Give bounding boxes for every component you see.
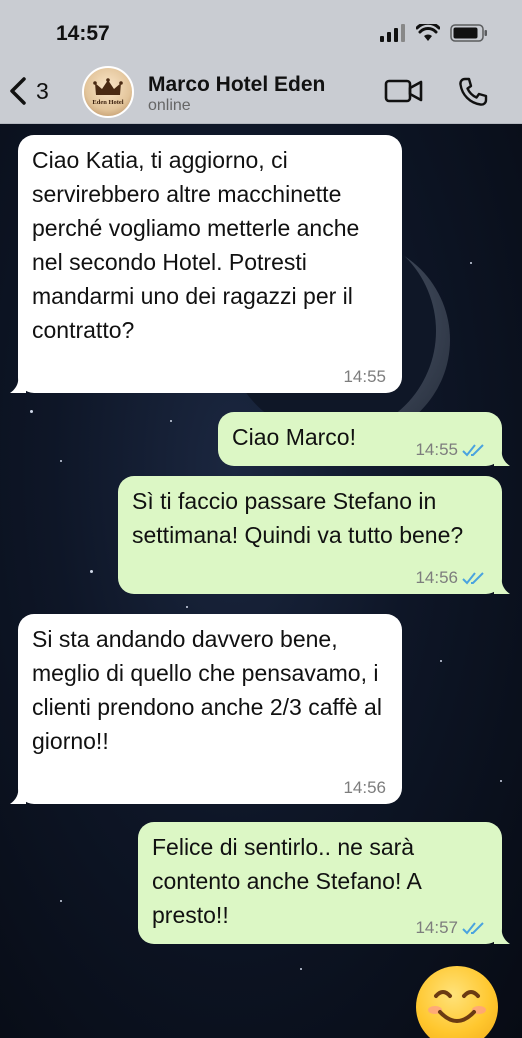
message-bubble-outgoing[interactable]: Ciao Marco! 14:55 (218, 412, 510, 466)
star (60, 900, 62, 902)
message-time: 14:57 (415, 918, 458, 937)
wifi-icon (416, 24, 440, 41)
message-text: Si sta andando davvero bene, meglio di q… (32, 626, 382, 754)
smile-face-icon (428, 990, 486, 1023)
message-bubble-incoming[interactable]: Si sta andando davvero bene, meglio di q… (10, 614, 402, 804)
star (186, 606, 188, 608)
bubble-tail (10, 788, 26, 804)
star (500, 780, 502, 782)
message-text: Sì ti faccio passare Stefano in settiman… (132, 488, 464, 548)
battery-icon (450, 24, 487, 42)
message-bubble-incoming[interactable]: Ciao Katia, ti aggiorno, ci servirebbero… (10, 135, 402, 393)
video-call-button[interactable] (384, 78, 424, 109)
star (60, 460, 62, 462)
message-bubble-outgoing[interactable]: Sì ti faccio passare Stefano in settiman… (118, 476, 510, 594)
message-text: Ciao Katia, ti aggiorno, ci servirebbero… (32, 147, 360, 343)
message-time: 14:55 (343, 367, 386, 386)
status-icons (380, 22, 488, 44)
contact-status: online (148, 97, 191, 114)
message-time: 14:56 (415, 568, 458, 587)
star (440, 660, 442, 662)
smiling-face-emoji[interactable] (416, 966, 498, 1038)
back-button[interactable]: 3 (8, 76, 49, 106)
bubble-tail (494, 578, 510, 594)
chat-header: 3 Eden Hotel Marco Hotel Eden online (0, 62, 522, 124)
bubble-tail (10, 377, 26, 393)
signal-icon (380, 24, 405, 42)
status-time: 14:57 (56, 22, 110, 45)
message-text: Felice di sentirlo.. ne sarà contento an… (152, 834, 421, 928)
message-bubble-outgoing[interactable]: Felice di sentirlo.. ne sarà contento an… (138, 822, 510, 944)
double-check-read-icon (462, 922, 484, 935)
chat-screen: 14:57 3 Eden Hotel Marco Hotel Eden onli… (0, 0, 522, 1038)
star (300, 968, 302, 970)
bubble-tail (494, 928, 510, 944)
avatar[interactable]: Eden Hotel (82, 66, 134, 118)
contact-name[interactable]: Marco Hotel Eden (148, 73, 325, 97)
avatar-logo-text: Eden Hotel (92, 99, 124, 106)
star (90, 570, 93, 573)
phone-icon (459, 77, 488, 106)
chevron-left-icon (10, 77, 26, 105)
status-bar: 14:57 (0, 0, 522, 62)
voice-call-button[interactable] (457, 76, 489, 113)
bubble-tail (494, 450, 510, 466)
star (470, 262, 472, 264)
star (170, 420, 172, 422)
video-camera-icon (384, 79, 423, 103)
message-time: 14:56 (343, 778, 386, 797)
double-check-read-icon (462, 572, 484, 585)
unread-count: 3 (36, 77, 49, 104)
crown-icon (93, 78, 123, 95)
star (30, 410, 33, 413)
message-time: 14:55 (415, 440, 458, 459)
double-check-read-icon (462, 444, 484, 457)
